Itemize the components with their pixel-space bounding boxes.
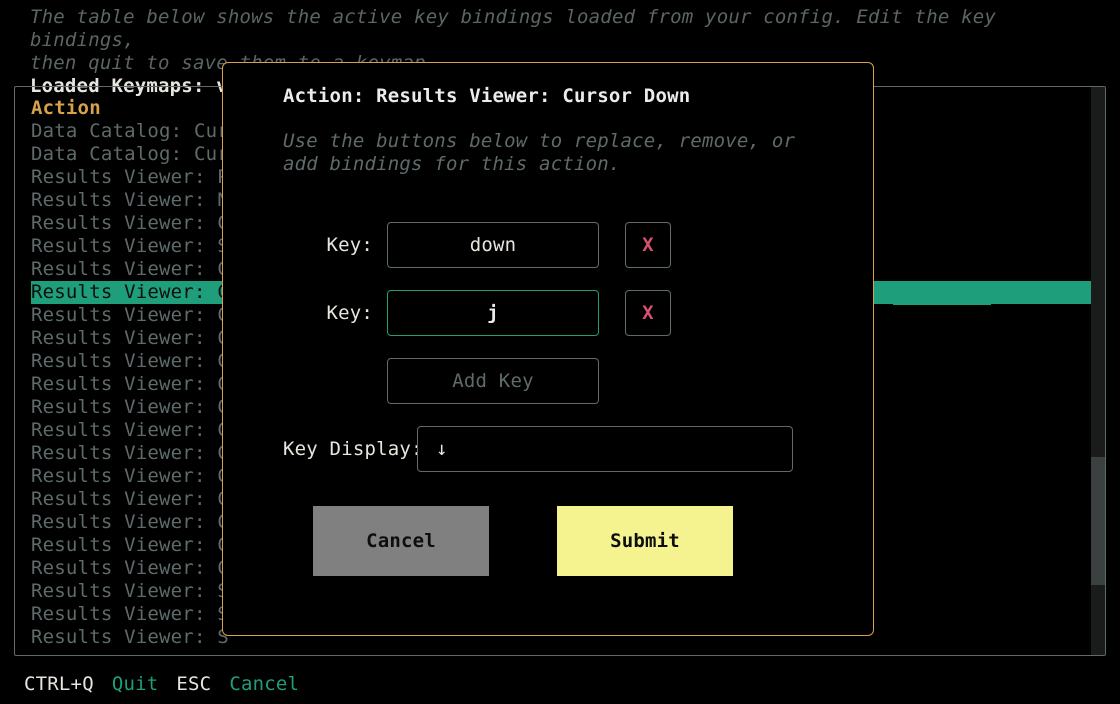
key-2-label: Key: [283, 302, 387, 325]
cancel-button[interactable]: Cancel [313, 506, 489, 576]
key-2-input[interactable]: j [387, 290, 599, 336]
row-action-label: Results Viewer: C [31, 488, 229, 510]
row-action-label: Results Viewer: C [31, 327, 229, 349]
quit-label: Quit [112, 673, 159, 695]
cancel-key-hint: ESC [176, 673, 211, 695]
cancel-label: Cancel [229, 673, 299, 695]
modal-title: Action: Results Viewer: Cursor Down [257, 85, 839, 108]
row-action-label: Results Viewer: C [31, 419, 229, 441]
row-action-label: Results Viewer: C [31, 442, 229, 464]
key-display-label: Key Display: [283, 438, 417, 461]
row-action-label: Results Viewer: P [31, 166, 229, 188]
key-1-label: Key: [283, 234, 387, 257]
modal-help-text: Use the buttons below to replace, remove… [257, 108, 839, 176]
remove-key-1-button[interactable]: X [625, 222, 671, 268]
row-action-label: Results Viewer: C [31, 511, 229, 533]
row-action-label: Results Viewer: C [31, 350, 229, 372]
submit-button[interactable]: Submit [557, 506, 733, 576]
row-action-label: Results Viewer: S [31, 235, 229, 257]
footer-hints: CTRL+Q Quit ESC Cancel [24, 673, 299, 696]
intro-line-1: The table below shows the active key bin… [30, 6, 996, 51]
row-action-label: Results Viewer: C [31, 557, 229, 579]
scrollbar-thumb[interactable] [1091, 457, 1105, 585]
app-screen: The table below shows the active key bin… [0, 0, 1120, 704]
row-action-label: Data Catalog: Cur [31, 143, 229, 165]
key-1-input[interactable]: down [387, 222, 599, 268]
row-action-label: Results Viewer: C [31, 304, 229, 326]
row-action-label: Data Catalog: Cur [31, 120, 229, 142]
row-action-label: Results Viewer: S [31, 580, 229, 602]
row-action-label: Results Viewer: C [31, 534, 229, 556]
remove-key-2-button[interactable]: X [625, 290, 671, 336]
row-action-label: Results Viewer: C [31, 281, 229, 303]
edit-binding-modal: Action: Results Viewer: Cursor Down Use … [222, 62, 874, 636]
quit-key-hint: CTRL+Q [24, 673, 94, 695]
row-action-label: Results Viewer: S [31, 626, 229, 648]
row-action-label: Results Viewer: C [31, 465, 229, 487]
row-action-label: Results Viewer: S [31, 603, 229, 625]
row-action-label: Results Viewer: C [31, 258, 229, 280]
row-action-label: Results Viewer: C [31, 396, 229, 418]
row-action-label: Results Viewer: C [31, 373, 229, 395]
row-action-label: Results Viewer: C [31, 212, 229, 234]
add-key-button[interactable]: Add Key [387, 358, 599, 404]
row-action-label: Results Viewer: N [31, 189, 229, 211]
key-display-input[interactable]: ↓ [417, 426, 793, 472]
selection-highlight-tail [893, 282, 991, 305]
scrollbar-track[interactable] [1091, 87, 1105, 655]
